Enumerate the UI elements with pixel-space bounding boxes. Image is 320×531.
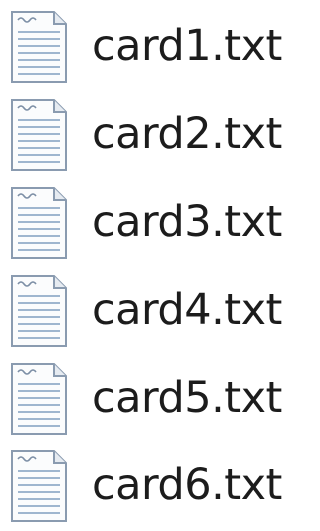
text-file-icon xyxy=(8,449,70,523)
file-item-card3[interactable]: card3.txt xyxy=(0,180,305,264)
file-name: card1.txt xyxy=(92,21,282,71)
text-file-icon xyxy=(8,274,70,348)
file-item-card4[interactable]: card4.txt xyxy=(0,268,305,352)
file-name: card6.txt xyxy=(92,460,282,510)
text-file-icon xyxy=(8,362,70,436)
file-item-card6[interactable]: card6.txt xyxy=(0,443,305,527)
file-item-card5[interactable]: card5.txt xyxy=(0,356,305,440)
text-file-icon xyxy=(8,186,70,260)
file-name: card4.txt xyxy=(92,285,282,335)
file-name: card5.txt xyxy=(92,373,282,423)
text-file-icon xyxy=(8,98,70,172)
file-item-card1[interactable]: card1.txt xyxy=(0,4,305,88)
file-list: card1.txt card2.txt card3.txt card4.txt … xyxy=(0,0,305,531)
text-file-icon xyxy=(8,10,70,84)
file-name: card2.txt xyxy=(92,109,282,159)
file-item-card2[interactable]: card2.txt xyxy=(0,92,305,176)
file-name: card3.txt xyxy=(92,197,282,247)
